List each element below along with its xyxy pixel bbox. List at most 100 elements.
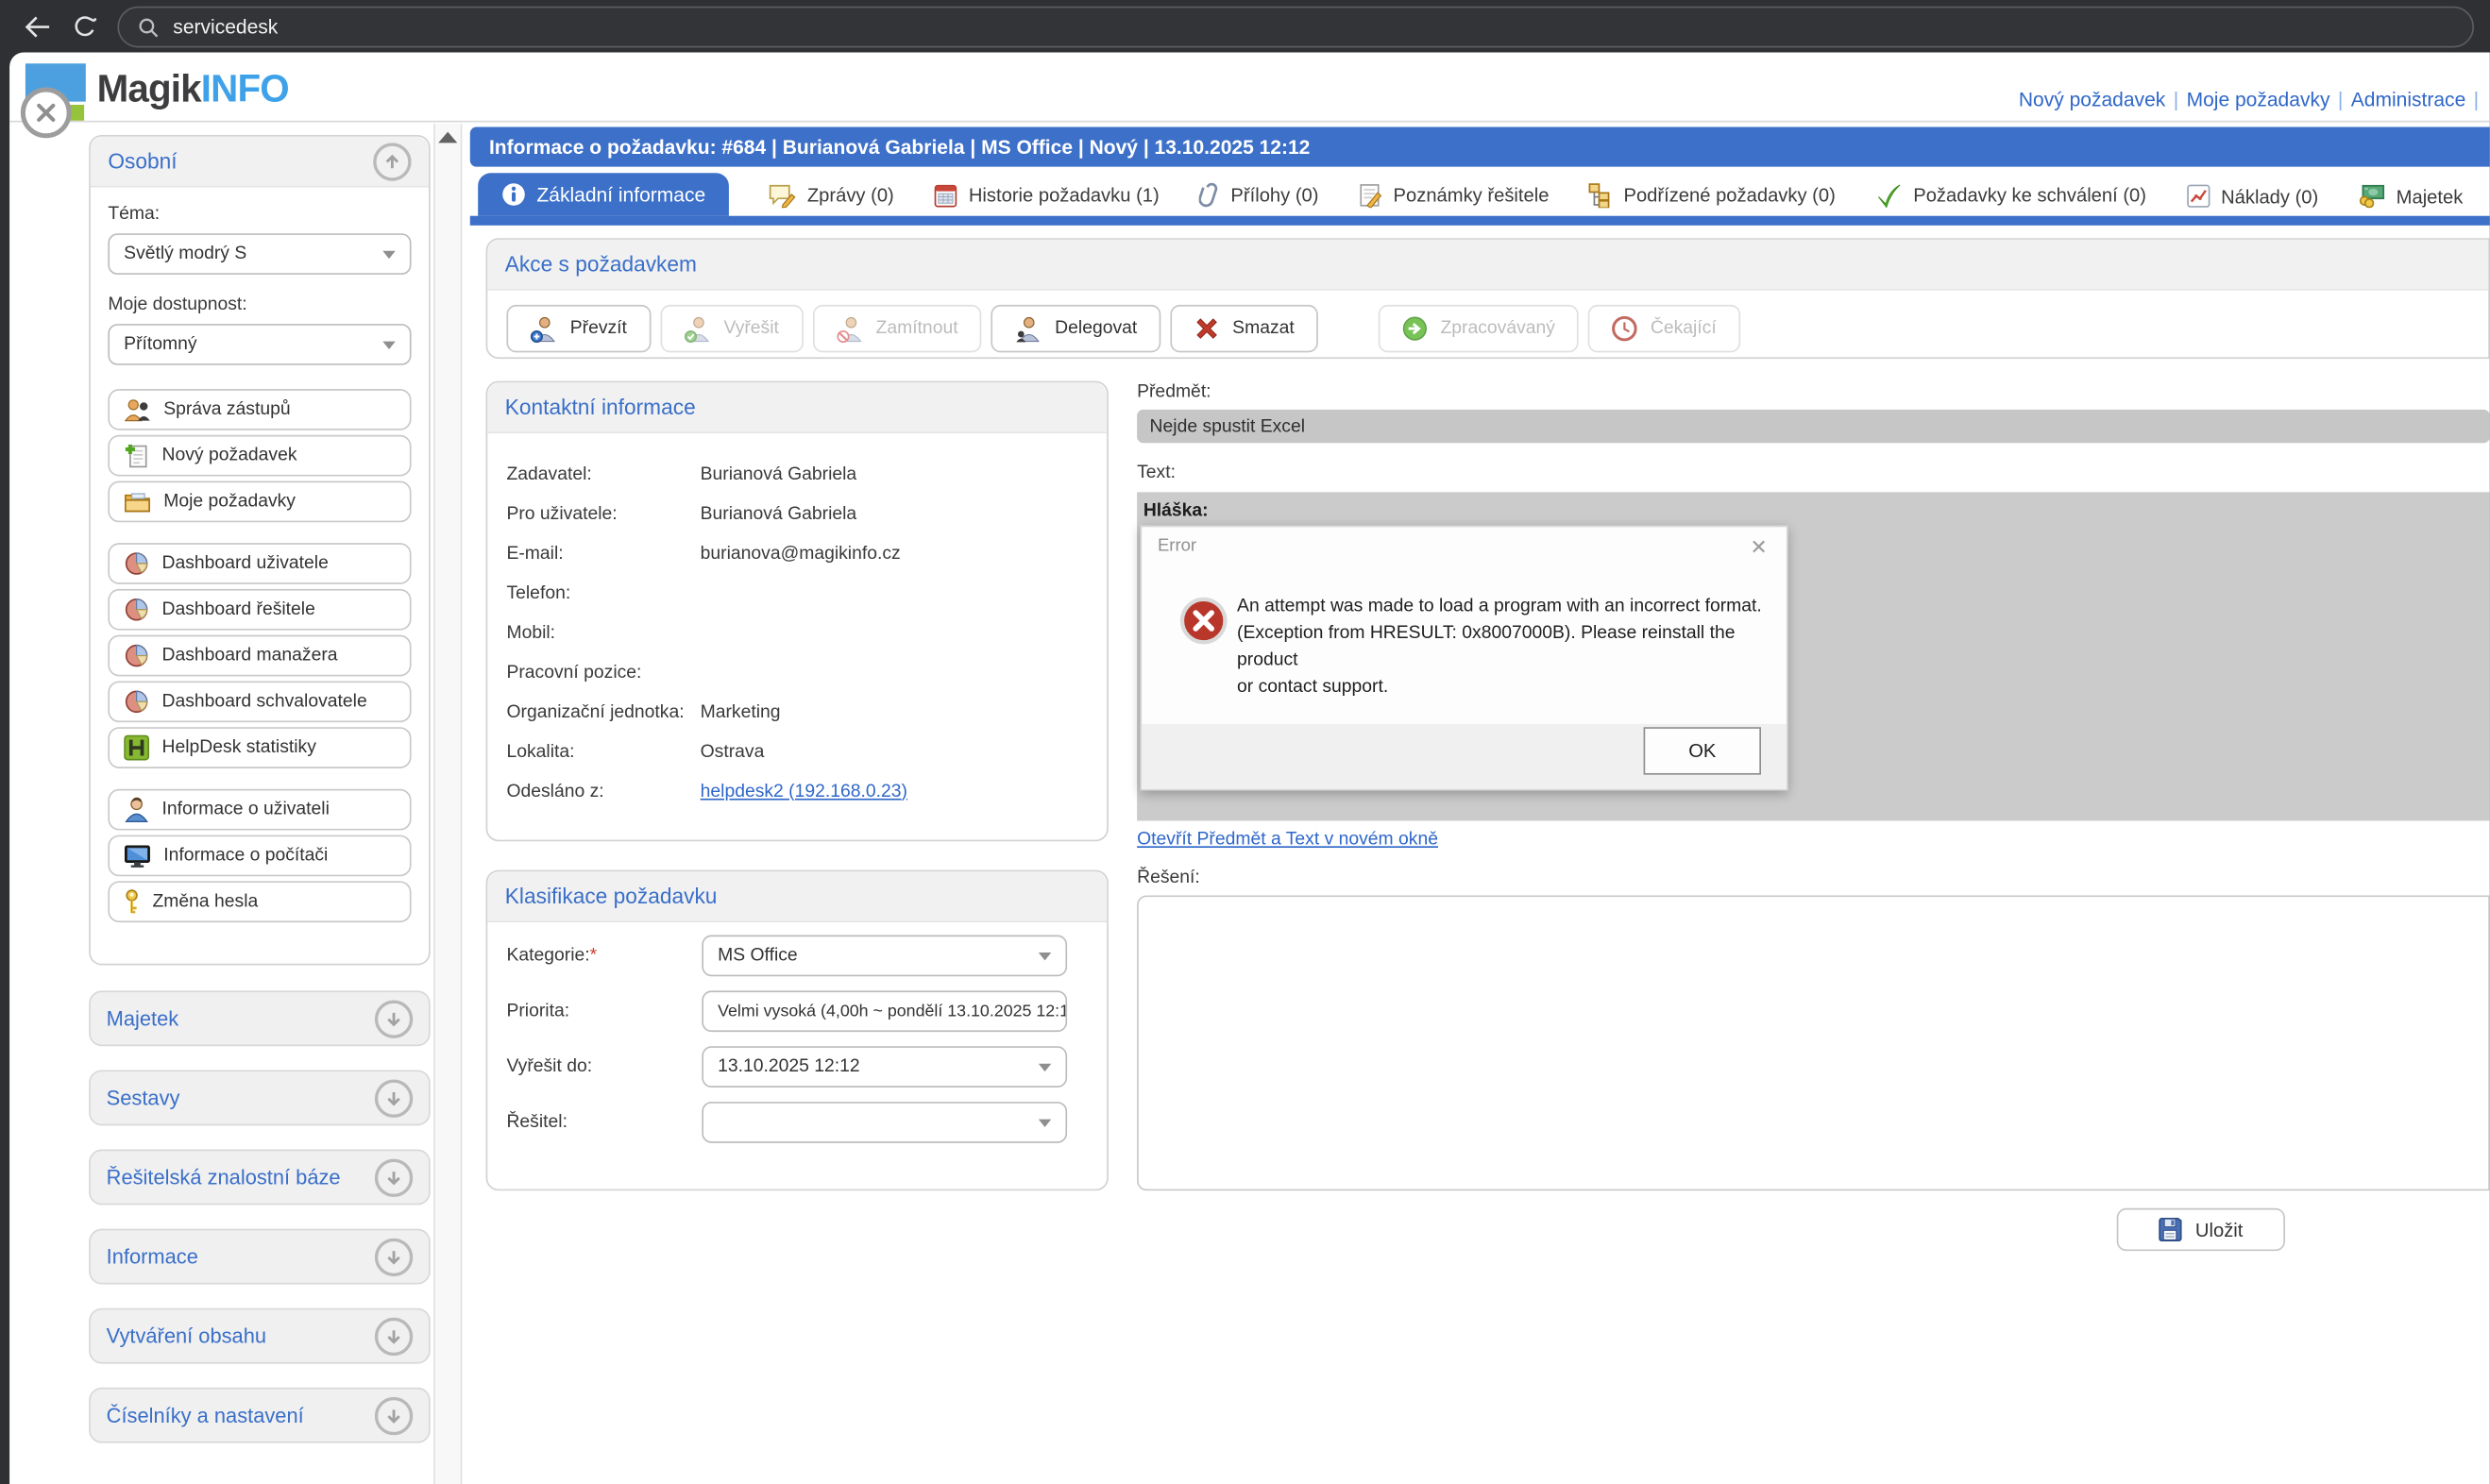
nav-link-administrace[interactable]: Administrace xyxy=(2351,89,2466,111)
solution-textarea[interactable] xyxy=(1137,895,2490,1190)
green-arrow-icon xyxy=(1402,316,1428,342)
action-button-prevzit[interactable]: Převzít xyxy=(506,305,651,352)
sidebar-section-vytvareni-obsahu[interactable]: Vytváření obsahu xyxy=(89,1308,431,1364)
action-button-delegovat[interactable]: Delegovat xyxy=(991,305,1161,352)
tab-label: Požadavky ke schválení (0) xyxy=(1913,184,2146,207)
sidebar-item-dashboard-schvalovatele[interactable]: Dashboard schvalovatele xyxy=(108,681,411,722)
tab-majetek[interactable]: Majetek xyxy=(2358,184,2463,216)
browser-refresh-button[interactable] xyxy=(60,8,108,45)
tab-prilohy[interactable]: Přílohy (0) xyxy=(1199,181,1319,216)
browser-chrome: servicedesk xyxy=(0,0,2490,52)
action-button-smazat[interactable]: Smazat xyxy=(1171,305,1318,352)
priority-input[interactable]: Velmi vysoká (4,00h ~ pondělí 13.10.2025… xyxy=(702,990,1067,1032)
top-nav: Nový požadavek|Moje požadavky|Administra… xyxy=(2019,86,2487,114)
error-line-2: (Exception from HRESULT: 0x8007000B). Pl… xyxy=(1237,621,1787,675)
helpdesk-h-icon xyxy=(124,735,149,761)
sidebar-item-dashboard-resitele[interactable]: Dashboard řešitele xyxy=(108,589,411,631)
monitor-icon xyxy=(124,844,151,868)
sidebar-section-majetek[interactable]: Majetek xyxy=(89,990,431,1046)
sidebar-item-novy-pozadavek[interactable]: Nový požadavek xyxy=(108,435,411,477)
subject-input[interactable]: Nejde spustit Excel xyxy=(1137,410,2490,443)
sidebar-section-sestavy[interactable]: Sestavy xyxy=(89,1070,431,1125)
sidebar-scrollbar[interactable] xyxy=(433,124,462,1484)
scroll-up-arrow[interactable] xyxy=(438,132,457,143)
tab-label: Poznámky řešitele xyxy=(1394,184,1550,207)
availability-select[interactable]: Přítomný xyxy=(108,324,411,365)
tab-podrizene-pozadavky[interactable]: Podřízené požadavky (0) xyxy=(1588,182,1835,215)
tab-pozadavky-ke-schvaleni[interactable]: Požadavky ke schválení (0) xyxy=(1875,182,2146,215)
sidebar-item-dashboard-uzivatele[interactable]: Dashboard uživatele xyxy=(108,543,411,584)
close-icon xyxy=(35,102,58,125)
contact-row: Odesláno z:helpdesk2 (192.168.0.23) xyxy=(487,771,1107,811)
contact-label: Telefon: xyxy=(506,583,700,602)
chevron-down-icon xyxy=(1039,1063,1051,1071)
document-plus-icon xyxy=(124,443,149,468)
save-floppy-icon xyxy=(2159,1218,2182,1241)
key-icon xyxy=(124,889,140,915)
sidebar-item-zmena-hesla[interactable]: Změna hesla xyxy=(108,881,411,922)
contact-header: Kontaktní informace xyxy=(487,382,1107,433)
arrow-down-icon xyxy=(384,1168,403,1187)
sidebar-item-informace-o-pocitaci[interactable]: Informace o počítači xyxy=(108,835,411,877)
tab-zpravy[interactable]: Zprávy (0) xyxy=(769,182,893,215)
action-label: Převzít xyxy=(570,319,627,338)
pie-chart-icon xyxy=(124,643,149,668)
sidebar-item-moje-pozadavky[interactable]: Moje požadavky xyxy=(108,481,411,523)
contact-row: E-mail:burianova@magikinfo.cz xyxy=(487,533,1107,573)
sidebar-section-informace[interactable]: Informace xyxy=(89,1229,431,1285)
sidebar-item-label: Informace o počítači xyxy=(163,846,328,865)
sidebar-item-label: Dashboard řešitele xyxy=(162,600,315,619)
calendar-icon xyxy=(934,182,957,208)
subject-label: Předmět: xyxy=(1137,382,1211,401)
search-icon xyxy=(138,17,159,38)
tab-historie-pozadavku[interactable]: Historie požadavku (1) xyxy=(934,182,1160,215)
theme-select[interactable]: Světlý modrý S xyxy=(108,233,411,275)
sidebar-item-sprava-zastupu[interactable]: Správa zástupů xyxy=(108,389,411,430)
solver-select[interactable] xyxy=(702,1102,1067,1143)
sidebar-item-label: Dashboard schvalovatele xyxy=(162,692,367,711)
collapse-up-button[interactable] xyxy=(373,143,411,180)
section-label: Majetek xyxy=(107,1006,179,1030)
actions-button-row: Převzít Vyřešit Zamítnout Delegovat Smaz… xyxy=(487,291,2488,353)
close-sidebar-button[interactable] xyxy=(21,87,72,138)
logo-text-magik: Magik xyxy=(97,68,201,110)
address-url: servicedesk xyxy=(173,16,278,39)
required-mark: * xyxy=(590,946,598,965)
sidebar-item-dashboard-manazera[interactable]: Dashboard manažera xyxy=(108,635,411,677)
nav-link-novy-pozadavek[interactable]: Nový požadavek xyxy=(2019,89,2165,111)
contact-value: Burianová Gabriela xyxy=(701,504,857,523)
collapse-down-button xyxy=(375,1317,413,1355)
dialog-ok-button: OK xyxy=(1644,727,1761,774)
sidebar-section-ciselniky[interactable]: Číselníky a nastavení xyxy=(89,1388,431,1443)
sidebar-section-resitelska-baze[interactable]: Řešitelská znalostní báze xyxy=(89,1150,431,1206)
tab-label: Majetek xyxy=(2397,185,2464,208)
tab-zakladni-informace[interactable]: Základní informace xyxy=(478,173,729,215)
classification-header: Klasifikace požadavku xyxy=(487,871,1107,922)
browser-back-button[interactable] xyxy=(12,8,59,45)
contact-label: Organizační jednotka: xyxy=(506,702,700,721)
nav-link-moje-pozadavky[interactable]: Moje požadavky xyxy=(2187,89,2330,111)
text-content-area: Hláška: Error ✕ An attempt was made to l… xyxy=(1137,492,2490,820)
tab-naklady[interactable]: Náklady (0) xyxy=(2186,184,2318,216)
priority-value: Velmi vysoká (4,00h ~ pondělí 13.10.2025… xyxy=(718,1002,1067,1020)
contact-label: Pracovní pozice: xyxy=(506,663,700,682)
tab-label: Historie požadavku (1) xyxy=(969,184,1160,207)
action-label: Vyřešit xyxy=(724,319,779,338)
arrow-down-icon xyxy=(384,1406,403,1425)
contact-label: E-mail: xyxy=(506,544,700,563)
availability-label: Moje dostupnost: xyxy=(108,295,411,314)
tab-label: Přílohy (0) xyxy=(1230,183,1318,206)
sidebar-panel-osobni: Osobní Téma: Světlý modrý S Moje dostupn… xyxy=(89,135,431,966)
sent-from-link[interactable]: helpdesk2 (192.168.0.23) xyxy=(701,782,907,801)
actions-title: Akce s požadavkem xyxy=(505,252,697,276)
tab-poznamky-resitele[interactable]: Poznámky řešitele xyxy=(1359,182,1550,215)
sidebar-item-informace-o-uzivateli[interactable]: Informace o uživateli xyxy=(108,789,411,831)
actions-panel: Akce s požadavkem Převzít Vyřešit Zamítn… xyxy=(486,238,2490,359)
due-date-select[interactable]: 13.10.2025 12:12 xyxy=(702,1046,1067,1088)
category-select[interactable]: MS Office xyxy=(702,936,1067,977)
sidebar-item-helpdesk-statistiky[interactable]: HelpDesk statistiky xyxy=(108,727,411,768)
save-button[interactable]: Uložit xyxy=(2117,1208,2285,1251)
address-bar[interactable]: servicedesk xyxy=(117,7,2474,48)
note-pencil-icon xyxy=(1359,182,1382,208)
open-in-new-window-link[interactable]: Otevřít Předmět a Text v novém okně xyxy=(1137,831,1438,850)
